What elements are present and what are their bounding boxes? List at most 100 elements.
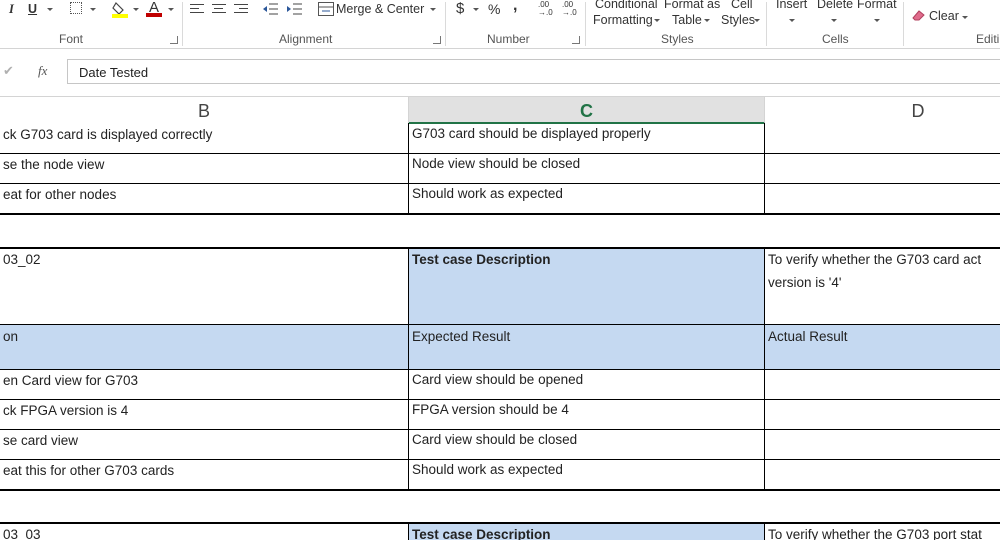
cell-d-r5[interactable]: To verify whether the G703 card act vers… — [765, 248, 1000, 323]
cell-b-r6[interactable]: on — [0, 325, 408, 369]
row-border — [0, 369, 1000, 370]
font-dialog-launcher-icon[interactable] — [170, 36, 178, 44]
cell-b-r12[interactable]: 03_03 — [0, 527, 408, 540]
editing-group-label: Editi — [976, 32, 1000, 46]
number-group-label: Number — [487, 32, 530, 46]
worksheet-grid[interactable]: ck G703 card is displayed correctly G703… — [0, 123, 1000, 540]
cell-c-r10[interactable]: Should work as expected — [409, 462, 764, 486]
cell-c-r7[interactable]: Card view should be opened — [409, 372, 764, 396]
cell-b-r8[interactable]: ck FPGA version is 4 — [0, 403, 408, 427]
delete-cells-button[interactable]: Delete — [814, 0, 858, 27]
increase-indent-icon[interactable] — [286, 2, 302, 16]
conditional-formatting-label-2: Formatting — [593, 13, 653, 27]
cell-d-r12[interactable]: To verify whether the G703 port stat — [765, 527, 1000, 540]
merge-center-label: Merge & Center — [336, 2, 425, 16]
column-border — [764, 247, 765, 490]
cell-styles-button[interactable]: Cell Styles — [718, 0, 764, 27]
merge-center-button[interactable]: Merge & Center — [310, 0, 440, 20]
increase-decimal-button[interactable]: .00 →.0 — [538, 1, 556, 19]
font-group-label: Font — [59, 32, 84, 46]
row-border — [0, 429, 1000, 430]
cell-styles-label-1: Cell — [731, 0, 753, 11]
borders-icon[interactable] — [70, 2, 82, 14]
column-header-d[interactable]: D — [765, 97, 1000, 124]
cell-c-r6[interactable]: Expected Result — [409, 325, 764, 369]
cell-c-r8[interactable]: FPGA version should be 4 — [409, 402, 764, 426]
row-border — [0, 399, 1000, 400]
decrease-indent-icon[interactable] — [262, 2, 278, 16]
clear-label: Clear — [929, 9, 959, 23]
merge-center-icon — [318, 2, 334, 16]
column-headers: B C D — [0, 96, 1000, 124]
formula-bar: ✔ fx Date Tested — [0, 58, 1000, 86]
cell-b-r10[interactable]: eat this for other G703 cards — [0, 463, 408, 487]
row-border — [0, 213, 1000, 215]
row-border — [0, 489, 1000, 491]
cell-c-r9[interactable]: Card view should be closed — [409, 432, 764, 456]
borders-dropdown-icon[interactable] — [90, 8, 96, 11]
styles-group-label: Styles — [661, 32, 694, 46]
enter-check-icon[interactable]: ✔ — [3, 63, 14, 79]
format-label: Format — [857, 0, 897, 11]
clear-dropdown-icon — [962, 16, 968, 19]
cell-c-r3[interactable]: Should work as expected — [409, 186, 764, 210]
italic-button[interactable]: I — [9, 2, 14, 17]
fill-color-dropdown-icon[interactable] — [133, 8, 139, 11]
group-separator — [766, 2, 767, 46]
cell-styles-label-2: Styles — [721, 13, 756, 27]
number-dialog-launcher-icon[interactable] — [572, 36, 580, 44]
row-border — [0, 153, 1000, 154]
font-color-dropdown-icon[interactable] — [168, 8, 174, 11]
column-header-c[interactable]: C — [409, 97, 765, 124]
cell-c-r5[interactable]: Test case Description — [409, 249, 764, 324]
clear-button[interactable]: Clear — [910, 7, 970, 25]
group-separator — [903, 2, 904, 46]
cell-b-r9[interactable]: se card view — [0, 433, 408, 457]
underline-dropdown-icon[interactable] — [47, 8, 53, 11]
font-color-button[interactable]: A — [146, 0, 162, 18]
currency-dropdown-icon[interactable] — [473, 8, 479, 11]
align-left-icon[interactable] — [190, 4, 204, 16]
comma-button[interactable]: , — [513, 0, 517, 15]
format-cells-button[interactable]: Format — [855, 0, 899, 27]
align-right-icon[interactable] — [234, 4, 248, 16]
column-border — [764, 123, 765, 214]
currency-button[interactable]: $ — [456, 0, 464, 17]
cell-d-r6[interactable]: Actual Result — [765, 325, 1000, 369]
cell-c-r2[interactable]: Node view should be closed — [409, 156, 764, 180]
cell-b-r1[interactable]: ck G703 card is displayed correctly — [0, 127, 408, 151]
column-header-b[interactable]: B — [0, 97, 409, 124]
format-as-table-label-1: Format as — [664, 0, 721, 11]
insert-label: Insert — [776, 0, 808, 11]
insert-dropdown-icon — [789, 19, 795, 22]
format-as-table-label-2: Table — [672, 13, 702, 27]
merge-dropdown-icon — [430, 8, 436, 11]
row-border — [0, 459, 1000, 460]
formula-input[interactable]: Date Tested — [67, 59, 1000, 84]
fill-color-button[interactable] — [112, 1, 128, 19]
alignment-dialog-launcher-icon[interactable] — [433, 36, 441, 44]
eraser-icon — [912, 10, 925, 21]
align-center-icon[interactable] — [212, 4, 226, 16]
alignment-group-label: Alignment — [279, 32, 333, 46]
cell-c-r1[interactable]: G703 card should be displayed properly — [409, 126, 764, 150]
insert-cells-button[interactable]: Insert — [772, 0, 812, 27]
decrease-decimal-button[interactable]: .00 →.0 — [562, 1, 580, 19]
cell-b-r5[interactable]: 03_02 — [0, 252, 408, 322]
column-border — [764, 522, 765, 540]
format-as-table-button[interactable]: Format as Table — [662, 0, 721, 27]
ribbon: I U A Font Merge & Center Alignment $ % … — [0, 0, 1000, 49]
conditional-formatting-button[interactable]: Conditional Formatting — [590, 0, 662, 27]
group-separator — [585, 2, 586, 46]
format-as-table-dropdown-icon — [704, 19, 710, 22]
conditional-formatting-dropdown-icon — [654, 19, 660, 22]
cell-b-r3[interactable]: eat for other nodes — [0, 187, 408, 211]
percent-button[interactable]: % — [488, 1, 500, 17]
insert-function-icon[interactable]: fx — [38, 63, 47, 79]
cell-c-r12[interactable]: Test case Description — [409, 524, 764, 540]
group-separator — [182, 2, 183, 46]
cell-b-r7[interactable]: en Card view for G703 — [0, 373, 408, 397]
cells-group-label: Cells — [822, 32, 849, 46]
cell-b-r2[interactable]: se the node view — [0, 157, 408, 181]
underline-button[interactable]: U — [28, 2, 37, 16]
